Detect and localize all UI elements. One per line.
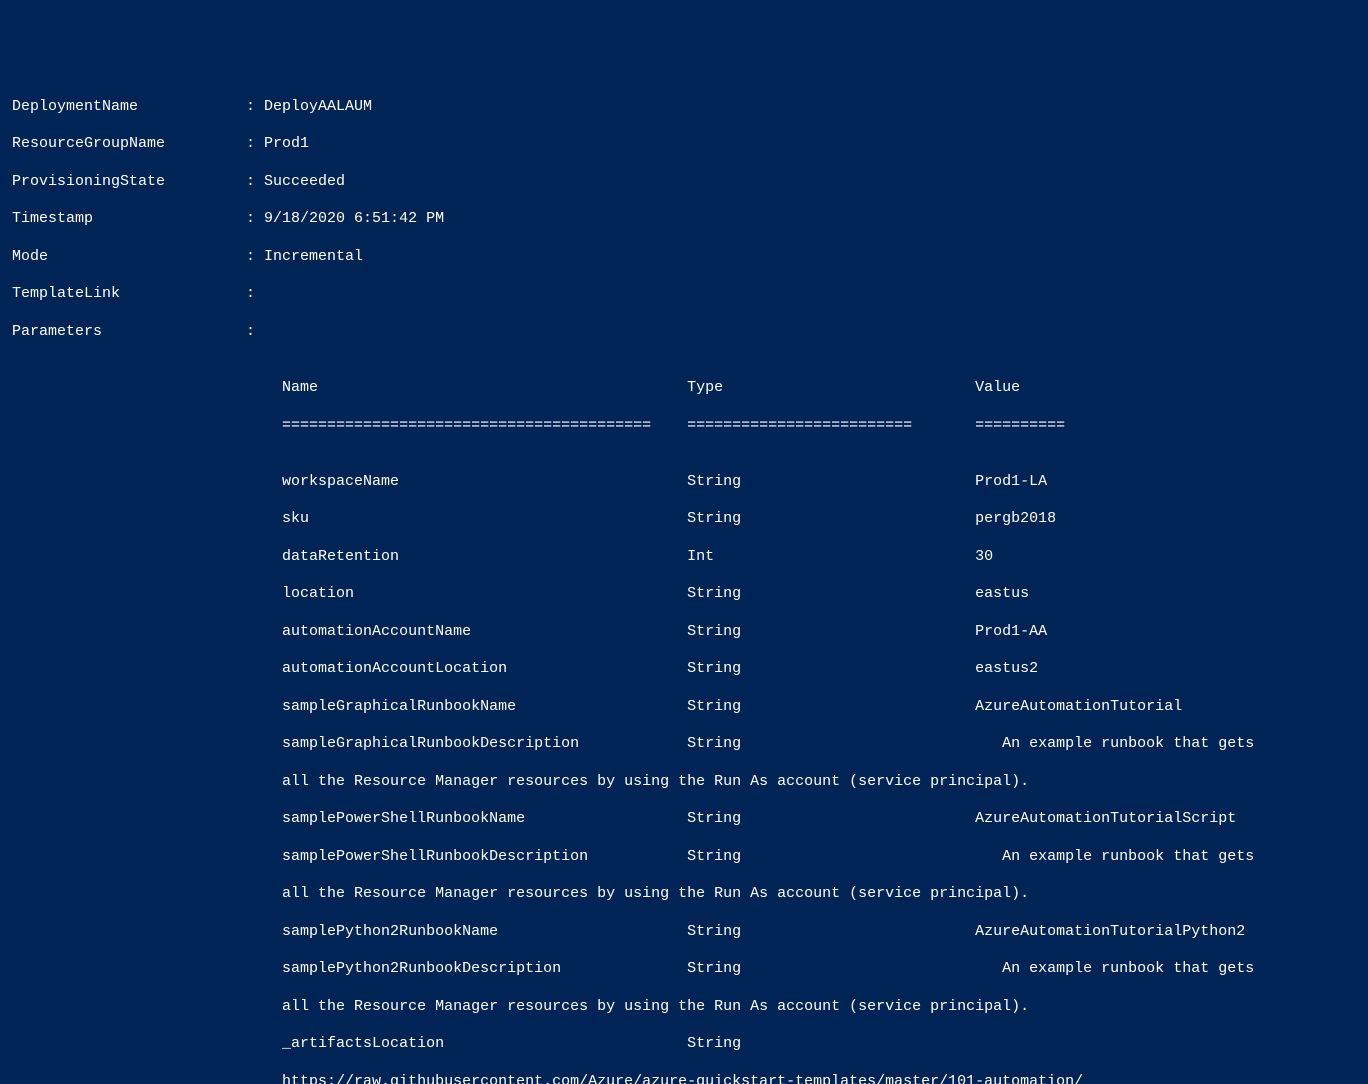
param-location: location String eastus bbox=[12, 585, 1356, 604]
param-automation-account-name: automationAccountName String Prod1-AA bbox=[12, 623, 1356, 642]
param-sample-powershell-runbook-description-wrap: all the Resource Manager resources by us… bbox=[12, 885, 1356, 904]
param-sample-python2-runbook-description: samplePython2RunbookDescription String A… bbox=[12, 960, 1356, 979]
param-artifacts-location-wrap: https://raw.githubusercontent.com/Azure/… bbox=[12, 1073, 1356, 1084]
param-sample-graphical-runbook-name: sampleGraphicalRunbookName String AzureA… bbox=[12, 698, 1356, 717]
prop-resource-group: ResourceGroupName : Prod1 bbox=[12, 135, 1356, 154]
param-sample-graphical-runbook-description-wrap: all the Resource Manager resources by us… bbox=[12, 773, 1356, 792]
param-sample-graphical-runbook-description: sampleGraphicalRunbookDescription String… bbox=[12, 735, 1356, 754]
prop-provisioning-state: ProvisioningState : Succeeded bbox=[12, 173, 1356, 192]
param-automation-account-location: automationAccountLocation String eastus2 bbox=[12, 660, 1356, 679]
prop-template-link: TemplateLink : bbox=[12, 285, 1356, 304]
param-workspace-name: workspaceName String Prod1-LA bbox=[12, 473, 1356, 492]
param-sku: sku String pergb2018 bbox=[12, 510, 1356, 529]
prop-timestamp: Timestamp : 9/18/2020 6:51:42 PM bbox=[12, 210, 1356, 229]
param-sample-python2-runbook-description-wrap: all the Resource Manager resources by us… bbox=[12, 998, 1356, 1017]
param-sample-powershell-runbook-name: samplePowerShellRunbookName String Azure… bbox=[12, 810, 1356, 829]
prop-mode: Mode : Incremental bbox=[12, 248, 1356, 267]
param-header: Name Type Value bbox=[12, 379, 1356, 398]
param-artifacts-location: _artifactsLocation String bbox=[12, 1035, 1356, 1054]
param-divider: ========================================… bbox=[12, 417, 1356, 436]
param-sample-python2-runbook-name: samplePython2RunbookName String AzureAut… bbox=[12, 923, 1356, 942]
prop-parameters: Parameters : bbox=[12, 323, 1356, 342]
param-sample-powershell-runbook-description: samplePowerShellRunbookDescription Strin… bbox=[12, 848, 1356, 867]
param-data-retention: dataRetention Int 30 bbox=[12, 548, 1356, 567]
prop-deployment-name: DeploymentName : DeployAALAUM bbox=[12, 98, 1356, 117]
